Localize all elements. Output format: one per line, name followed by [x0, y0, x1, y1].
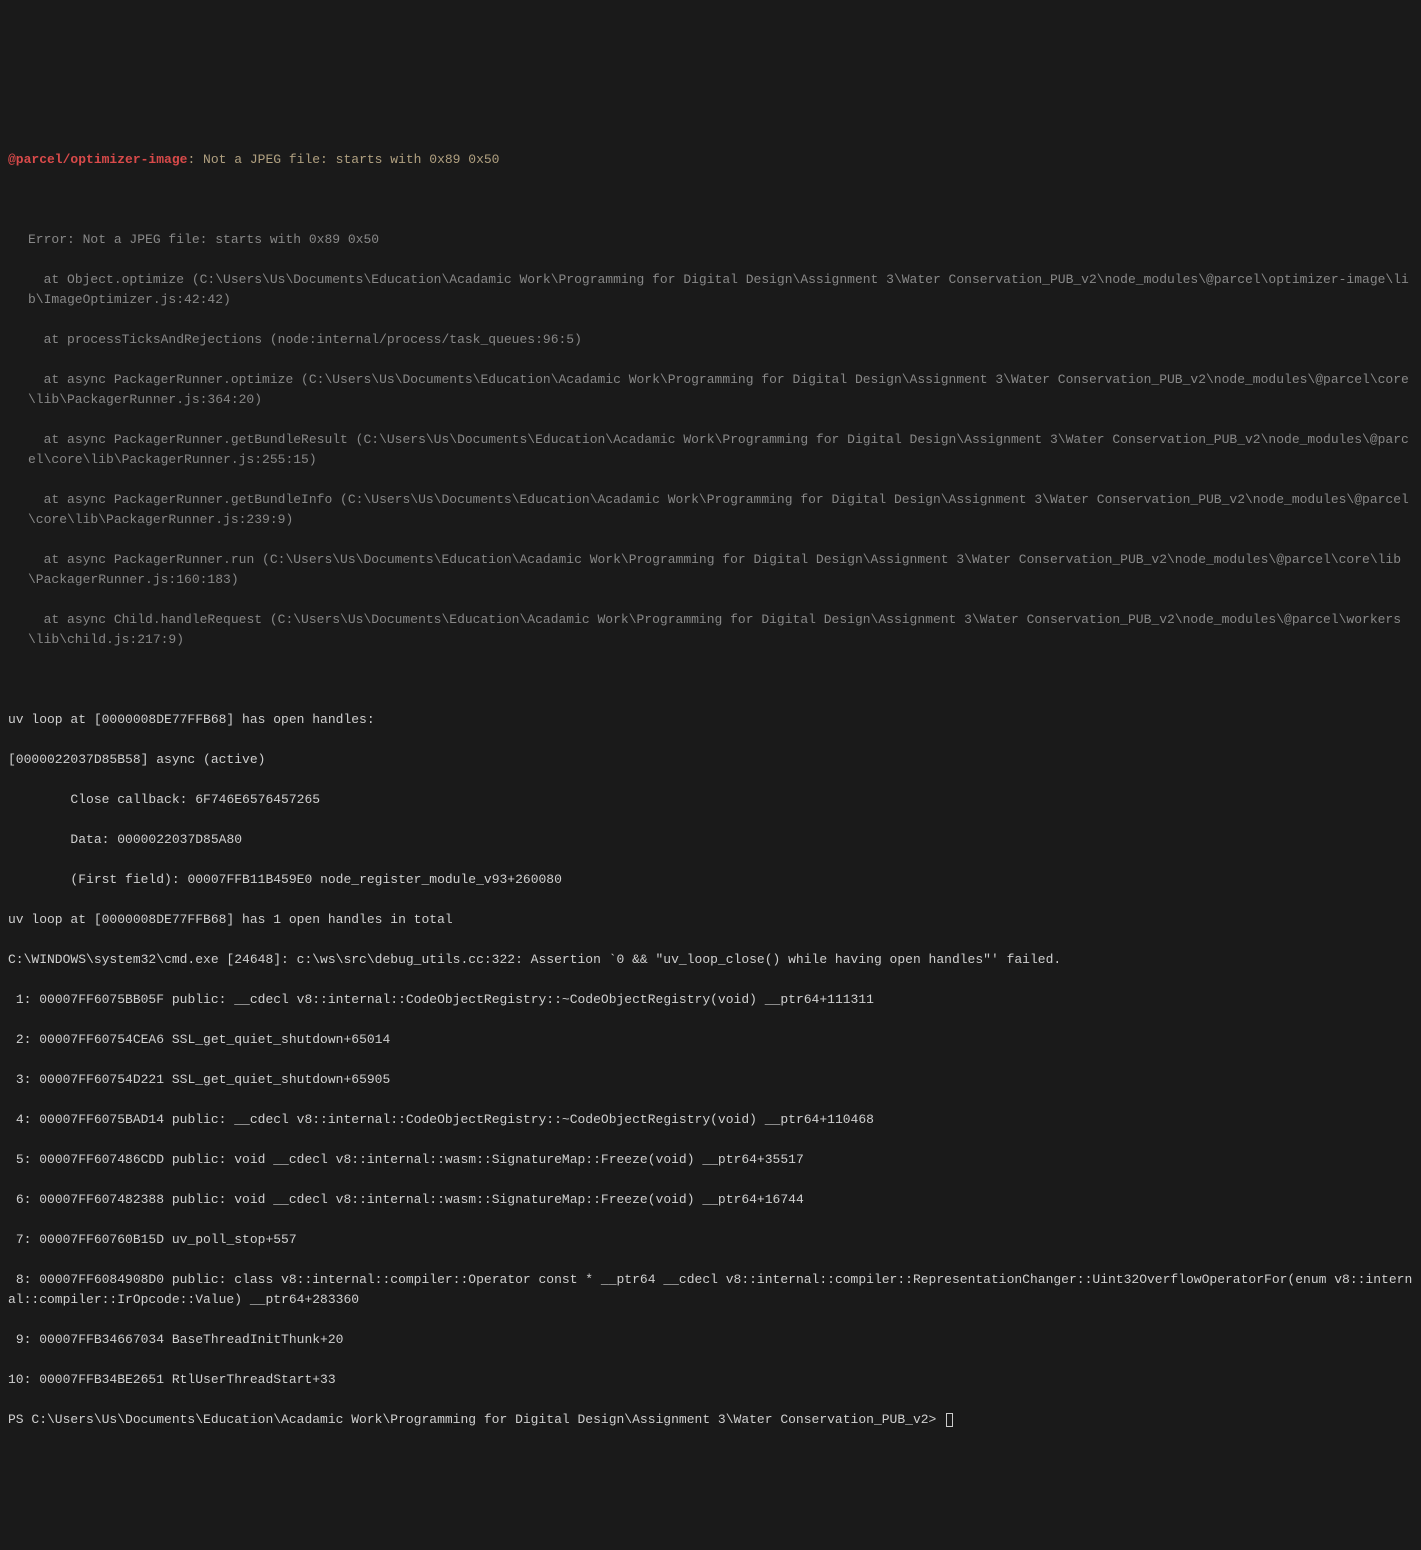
stack-line: at async PackagerRunner.optimize (C:\Use…	[8, 370, 1413, 410]
stack-line: Error: Not a JPEG file: starts with 0x89…	[8, 230, 1413, 250]
blank-line	[8, 110, 1413, 130]
uvloop-line: 3: 00007FF60754D221 SSL_get_quiet_shutdo…	[8, 1070, 1413, 1090]
prompt-text: PS C:\Users\Us\Documents\Education\Acada…	[8, 1412, 944, 1427]
error-header-line: @parcel/optimizer-image: Not a JPEG file…	[8, 150, 1413, 170]
uvloop-line: 7: 00007FF60760B15D uv_poll_stop+557	[8, 1230, 1413, 1250]
cursor	[946, 1413, 953, 1427]
uvloop-line: 10: 00007FFB34BE2651 RtlUserThreadStart+…	[8, 1370, 1413, 1390]
uvloop-line: 6: 00007FF607482388 public: void __cdecl…	[8, 1190, 1413, 1210]
stack-line: at processTicksAndRejections (node:inter…	[8, 330, 1413, 350]
stack-line: at async PackagerRunner.getBundleResult …	[8, 430, 1413, 470]
uvloop-line: 8: 00007FF6084908D0 public: class v8::in…	[8, 1270, 1413, 1310]
uvloop-line: Data: 0000022037D85A80	[8, 830, 1413, 850]
stack-line: at Object.optimize (C:\Users\Us\Document…	[8, 270, 1413, 310]
error-source: @parcel/optimizer-image	[8, 152, 187, 167]
uvloop-line: 9: 00007FFB34667034 BaseThreadInitThunk+…	[8, 1330, 1413, 1350]
uvloop-line: 2: 00007FF60754CEA6 SSL_get_quiet_shutdo…	[8, 1030, 1413, 1050]
uvloop-line: (First field): 00007FFB11B459E0 node_reg…	[8, 870, 1413, 890]
stack-line: at async Child.handleRequest (C:\Users\U…	[8, 610, 1413, 650]
prompt-line[interactable]: PS C:\Users\Us\Documents\Education\Acada…	[8, 1410, 1413, 1430]
uvloop-line: 4: 00007FF6075BAD14 public: __cdecl v8::…	[8, 1110, 1413, 1130]
uvloop-line: Close callback: 6F746E6576457265	[8, 790, 1413, 810]
uvloop-line: uv loop at [0000008DE77FFB68] has 1 open…	[8, 910, 1413, 930]
stack-line: at async PackagerRunner.run (C:\Users\Us…	[8, 550, 1413, 590]
uvloop-line: C:\WINDOWS\system32\cmd.exe [24648]: c:\…	[8, 950, 1413, 970]
error-message: : Not a JPEG file: starts with 0x89 0x50	[187, 152, 499, 167]
blank-line	[8, 190, 1413, 210]
uvloop-line: 1: 00007FF6075BB05F public: __cdecl v8::…	[8, 990, 1413, 1010]
stack-line: at async PackagerRunner.getBundleInfo (C…	[8, 490, 1413, 530]
uvloop-line: [0000022037D85B58] async (active)	[8, 750, 1413, 770]
blank-line	[8, 670, 1413, 690]
terminal-output[interactable]: @parcel/optimizer-image: Not a JPEG file…	[8, 90, 1413, 1450]
uvloop-line: 5: 00007FF607486CDD public: void __cdecl…	[8, 1150, 1413, 1170]
uvloop-line: uv loop at [0000008DE77FFB68] has open h…	[8, 710, 1413, 730]
